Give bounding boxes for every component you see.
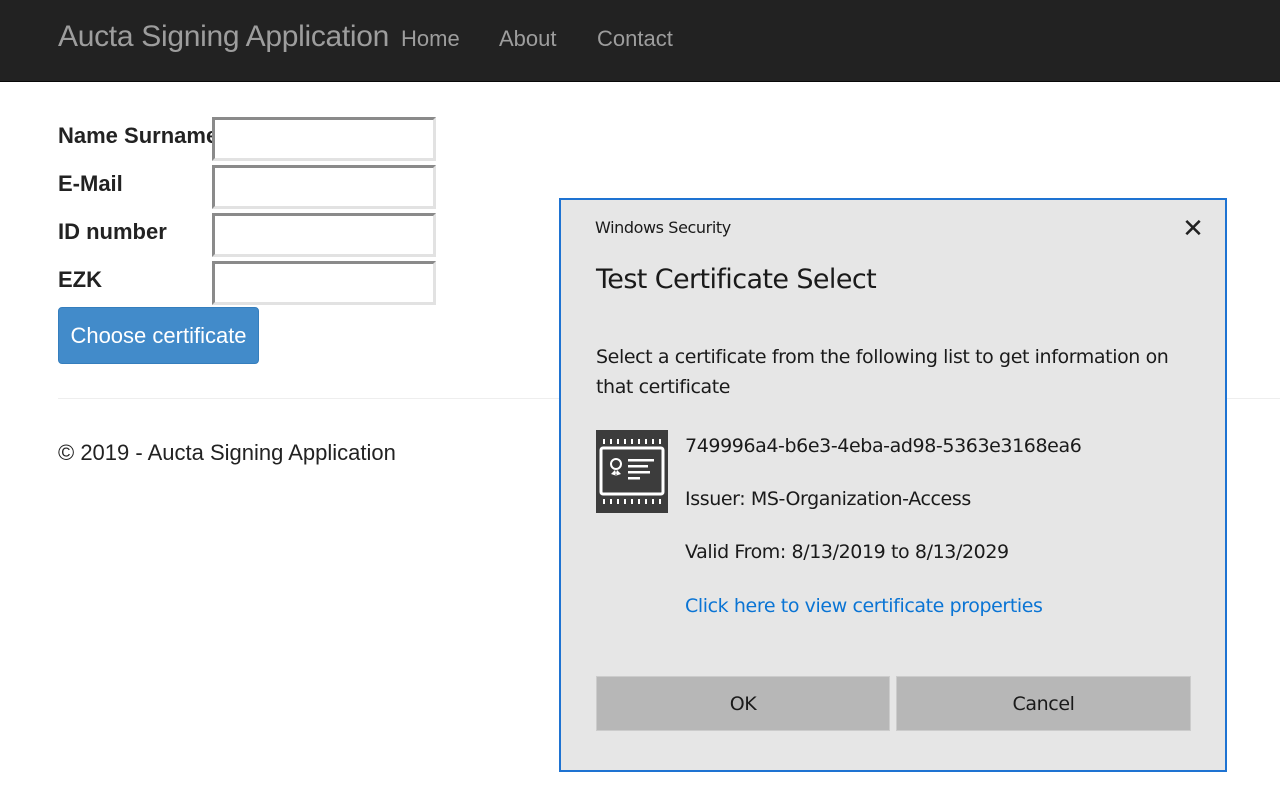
top-navbar: Aucta Signing Application Home About Con…	[0, 0, 1280, 82]
footer-copyright: © 2019 - Aucta Signing Application	[58, 440, 396, 465]
dialog-title: Test Certificate Select	[596, 264, 877, 295]
certificate-list-item[interactable]: 749996a4-b6e3-4eba-ad98-5363e3168ea6 Iss…	[596, 430, 1196, 630]
name-surname-label: Name Surname	[58, 123, 219, 148]
ezk-input[interactable]	[212, 261, 436, 305]
certificate-issuer: Issuer: MS-Organization-Access	[685, 488, 971, 510]
id-number-input[interactable]	[212, 213, 436, 257]
navbar-brand[interactable]: Aucta Signing Application	[58, 20, 389, 54]
email-label: E-Mail	[58, 171, 123, 196]
email-input[interactable]	[212, 165, 436, 209]
choose-certificate-button[interactable]: Choose certificate	[58, 307, 259, 364]
id-number-label: ID number	[58, 219, 167, 244]
view-certificate-properties-link[interactable]: Click here to view certificate propertie…	[685, 595, 1043, 617]
ok-button[interactable]: OK	[596, 676, 890, 731]
certificate-icon	[596, 430, 668, 513]
nav-link-about[interactable]: About	[499, 26, 557, 52]
ezk-label: EZK	[58, 267, 102, 292]
nav-link-home[interactable]: Home	[401, 26, 460, 52]
dialog-description: Select a certificate from the following …	[596, 346, 1169, 398]
close-icon[interactable]: ✕	[1173, 212, 1213, 246]
nav-link-contact[interactable]: Contact	[597, 26, 673, 52]
cancel-button[interactable]: Cancel	[896, 676, 1191, 731]
name-surname-input[interactable]	[212, 117, 436, 161]
certificate-id: 749996a4-b6e3-4eba-ad98-5363e3168ea6	[685, 435, 1082, 457]
windows-security-dialog: Windows Security ✕ Test Certificate Sele…	[559, 198, 1227, 772]
dialog-app-name: Windows Security	[595, 218, 731, 237]
certificate-validity: Valid From: 8/13/2019 to 8/13/2029	[685, 541, 1009, 563]
